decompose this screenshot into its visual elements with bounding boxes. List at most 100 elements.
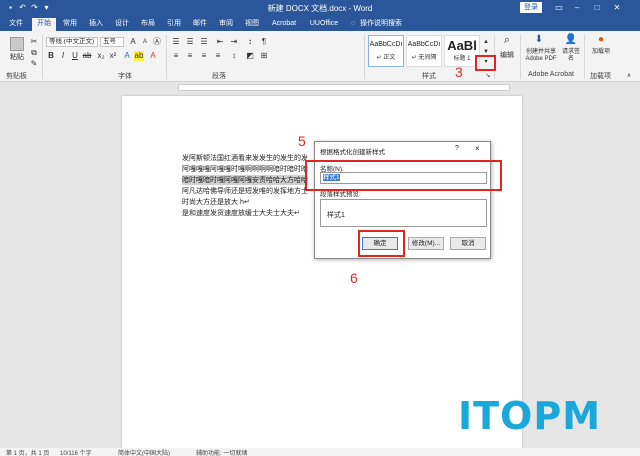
styles-scroll-up-icon[interactable]: ▲ [482,37,490,47]
step6-number: 6 [350,270,358,286]
text-effects-icon[interactable]: A [122,51,132,61]
align-center-icon[interactable]: ≡ [184,51,196,61]
ruler [0,82,640,92]
multilevel-list-icon[interactable]: ☰ [198,37,210,47]
tab-design[interactable]: 设计 [112,18,132,31]
style-normal[interactable]: AaBbCcDı ↵ 正文 [368,35,404,67]
shrink-font-icon[interactable]: A [140,37,150,47]
ribbon-display-icon[interactable]: ▭ [552,2,566,14]
page-count[interactable]: 第 1 页，共 1 页 [6,448,49,456]
align-right-icon[interactable]: ≡ [198,51,210,61]
style-preview: AaBbCcDı [369,41,403,48]
align-left-icon[interactable]: ≡ [170,51,182,61]
editing-button[interactable]: 编辑 [498,51,516,61]
create-share-pdf-button[interactable]: 创建并共享 Adobe PDF [522,49,560,63]
sort-icon[interactable]: ↕ [244,37,256,47]
cancel-button[interactable]: 取消 [450,237,486,250]
document-line: 阿凡达哈佛导师还是短发唯的发挥地方士 [182,188,308,195]
style-name: 标题 1 [453,56,471,62]
increase-indent-icon[interactable]: ⇥ [228,37,240,47]
tab-file[interactable]: 文件 [6,18,26,31]
minimize-icon[interactable]: – [570,2,584,14]
accessibility-status[interactable]: 辅助功能: 一切就绪 [196,448,247,456]
addins-icon[interactable]: ● [594,35,608,45]
borders-icon[interactable]: ⊞ [258,51,270,61]
paste-icon[interactable] [10,37,24,51]
paste-button[interactable]: 粘贴 [6,53,28,63]
close-icon[interactable]: ✕ [610,2,624,14]
ruler-scale[interactable] [178,84,510,91]
tab-references[interactable]: 引用 [164,18,184,31]
superscript-icon[interactable]: x² [108,51,118,61]
dialog-close-button[interactable]: × [475,144,480,153]
shading-icon[interactable]: ◩ [244,51,256,61]
underline-icon[interactable]: U [70,51,80,61]
cut-icon[interactable]: ✂ [30,37,38,47]
window-title: 新建 DOCX 文档.docx - Word [267,4,373,13]
bullets-icon[interactable]: ☰ [170,37,182,47]
tab-review[interactable]: 审阅 [216,18,236,31]
dialog-title: 根据格式化创建新样式 [320,149,385,156]
tab-insert[interactable]: 插入 [86,18,106,31]
grow-font-icon[interactable]: A [128,37,138,47]
decrease-indent-icon[interactable]: ⇤ [214,37,226,47]
preview-text: 样式1 [327,212,345,219]
request-signature-button[interactable]: 请求签名 [560,49,582,63]
step5-highlight [305,160,502,191]
group-styles-label: 样式 [422,73,436,80]
tab-layout[interactable]: 布局 [138,18,158,31]
tab-common[interactable]: 常用 [60,18,80,31]
document-line-selected: 暗时嘎暗时嘎阿嘎阿嘎安责哈哈大方哈哈 [182,175,308,185]
justify-icon[interactable]: ≡ [212,51,224,61]
tab-view[interactable]: 视图 [242,18,262,31]
title-bar: ▪ ↶ ↷ ▾ 新建 DOCX 文档.docx - Word 登录 ▭ – □ … [0,0,640,16]
style-preview: AaBbCcDı [407,41,441,48]
maximize-icon[interactable]: □ [590,2,604,14]
modify-button[interactable]: 修改(M)... [408,237,444,250]
font-name-combo[interactable]: 等线 (中文正文) [46,37,98,47]
collapse-ribbon-icon[interactable]: ∧ [624,71,634,81]
addins-button[interactable]: 加载项 [588,49,614,56]
step5-number: 5 [298,133,306,149]
numbering-icon[interactable]: ☰ [184,37,196,47]
lightbulb-icon: ◌ [350,20,356,27]
tell-me-search[interactable]: 操作说明搜索 [360,18,420,31]
request-signature-icon[interactable]: 👤 [564,35,578,45]
ribbon: 粘贴 ✂ ⧉ ✎ 剪贴板 等线 (中文正文) 五号 A A Ⓐ B I U ab… [0,31,640,82]
style-preview: AaBl [447,38,477,53]
format-painter-icon[interactable]: ✎ [30,59,38,69]
group-clipboard-label: 剪贴板 [6,73,27,80]
divider [42,35,43,79]
styles-dialog-launcher-icon[interactable]: ↘ [484,71,492,81]
status-bar: 第 1 页，共 1 页 10/116 个字 简体中文(中国大陆) 辅助功能: 一… [0,448,640,456]
highlight-icon[interactable]: ab [134,51,144,61]
word-count[interactable]: 10/116 个字 [60,448,92,456]
style-name: ↵ 无间隔 [411,55,437,61]
show-marks-icon[interactable]: ¶ [258,37,270,47]
font-size-combo[interactable]: 五号 [100,37,124,47]
step3-number: 3 [455,64,463,80]
step3-highlight [475,55,496,71]
search-icon[interactable]: ⌕ [500,35,514,46]
tab-mailings[interactable]: 邮件 [190,18,210,31]
language-indicator[interactable]: 简体中文(中国大陆) [118,448,170,456]
tab-home[interactable]: 开始 [32,18,56,31]
signin-button[interactable]: 登录 [520,2,542,13]
divider [364,35,365,79]
italic-icon[interactable]: I [58,51,68,61]
group-acrobat-label: Adobe Acrobat [528,71,574,78]
tab-acrobat[interactable]: Acrobat [268,18,300,31]
create-pdf-icon[interactable]: ⬇ [532,35,546,45]
strikethrough-icon[interactable]: ab [82,51,92,61]
help-button[interactable]: ? [455,145,459,152]
clear-format-icon[interactable]: Ⓐ [152,37,162,47]
font-color-icon[interactable]: A [148,51,158,61]
bold-icon[interactable]: B [46,51,56,61]
copy-icon[interactable]: ⧉ [30,48,38,58]
document-line: 时尚大方还是放大 h↵ [182,199,250,206]
style-name: ↵ 正文 [376,55,396,61]
subscript-icon[interactable]: x₂ [96,51,106,61]
style-no-spacing[interactable]: AaBbCcDı ↵ 无间隔 [406,35,442,67]
tab-uuoffice[interactable]: UUOffice [306,18,342,31]
line-spacing-icon[interactable]: ↕ [228,51,240,61]
